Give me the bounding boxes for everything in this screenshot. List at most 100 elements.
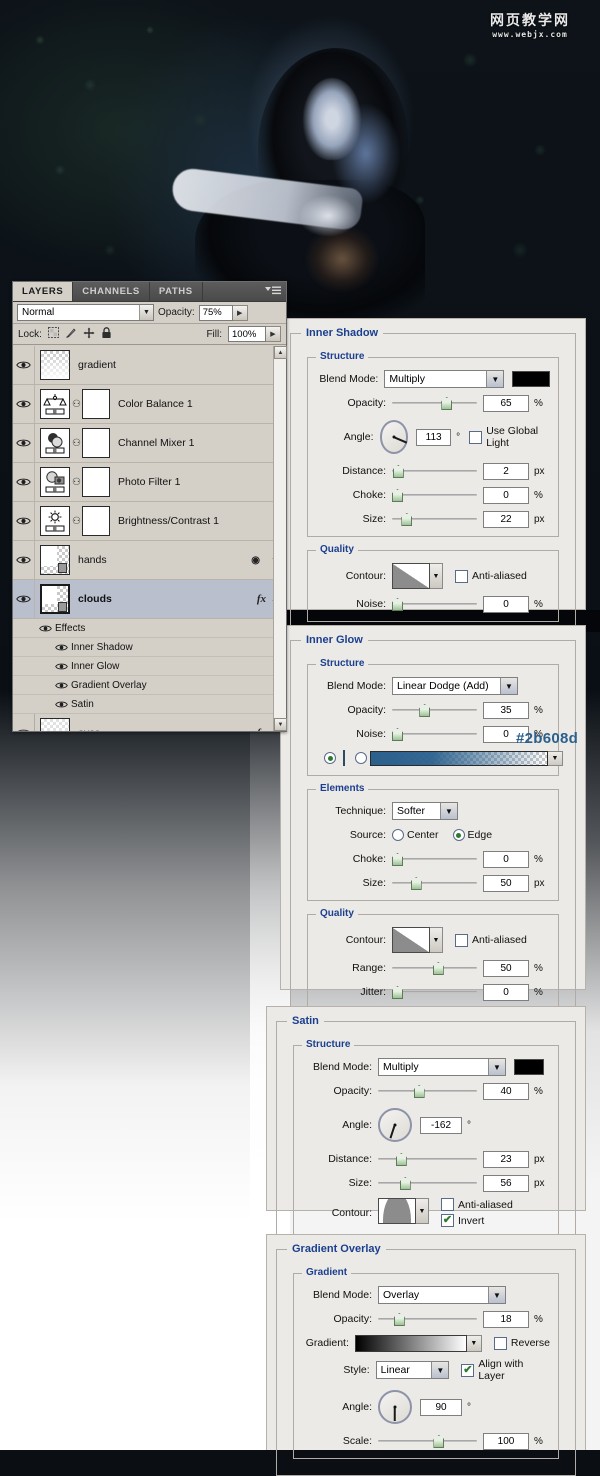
size-slider[interactable]	[378, 1176, 477, 1190]
chevron-down-icon[interactable]: ▼	[431, 1362, 448, 1378]
effect-label[interactable]: Inner Shadow	[71, 642, 133, 653]
gradient-preview[interactable]	[355, 1335, 467, 1352]
use-global-light-checkbox[interactable]	[469, 431, 482, 444]
effect-row-inner-shadow[interactable]: Inner Shadow	[13, 638, 286, 657]
angle-dial[interactable]	[380, 420, 409, 454]
source-center-radio[interactable]	[392, 829, 404, 841]
chevron-down-icon[interactable]: ▼	[486, 371, 503, 387]
color-balance-icon[interactable]	[40, 389, 70, 419]
chevron-down-icon[interactable]: ▼	[139, 305, 153, 320]
layer-visibility-icon[interactable]	[13, 714, 35, 731]
layer-row[interactable]: eyes fx ▼	[13, 714, 286, 731]
distance-slider[interactable]	[392, 464, 477, 478]
effect-row-satin[interactable]: Satin	[13, 695, 286, 714]
chevron-down-icon[interactable]: ▼	[416, 1198, 429, 1224]
align-with-layer-checkbox[interactable]	[461, 1364, 474, 1377]
effect-row-inner-glow[interactable]: Inner Glow	[13, 657, 286, 676]
angle-dial[interactable]	[378, 1108, 412, 1142]
technique-select[interactable]: Softer ▼	[392, 802, 458, 820]
scale-slider[interactable]	[378, 1434, 477, 1448]
fx-indicator-icon[interactable]: fx	[257, 593, 266, 605]
layers-panel[interactable]: LAYERS CHANNELS PATHS Normal ▼ Opacity: …	[12, 281, 287, 732]
anti-aliased-checkbox[interactable]	[455, 570, 468, 583]
contour-preview[interactable]	[392, 927, 430, 953]
contour-picker[interactable]: ▼	[392, 563, 443, 589]
satin-color-swatch[interactable]	[514, 1059, 544, 1075]
size-value[interactable]: 56	[483, 1175, 529, 1192]
angle-value[interactable]: 113	[416, 429, 451, 446]
layer-list[interactable]: gradient ⚇ Color Balan	[13, 346, 286, 731]
chevron-down-icon[interactable]: ▼	[467, 1335, 482, 1352]
noise-value[interactable]: 0	[483, 596, 529, 613]
layer-name[interactable]: Channel Mixer 1	[118, 437, 194, 449]
anti-aliased-checkbox[interactable]	[455, 934, 468, 947]
effect-label[interactable]: Inner Glow	[71, 661, 119, 672]
mask-link-icon[interactable]: ⚇	[72, 516, 80, 527]
effect-visibility-icon[interactable]	[51, 662, 71, 671]
panel-menu-icon[interactable]	[265, 286, 281, 299]
style-select[interactable]: Linear ▼	[376, 1361, 450, 1379]
size-slider[interactable]	[392, 512, 477, 526]
blend-mode-select[interactable]: Overlay ▼	[378, 1286, 506, 1304]
shadow-color-swatch[interactable]	[512, 371, 550, 387]
blend-mode-select[interactable]: Multiply ▼	[384, 370, 504, 388]
layer-thumbnail[interactable]	[40, 584, 70, 614]
blend-mode-select[interactable]: Linear Dodge (Add) ▼	[392, 677, 518, 695]
distance-value[interactable]: 23	[483, 1151, 529, 1168]
layers-scrollbar[interactable]: ▲ ▼	[273, 346, 286, 731]
choke-value[interactable]: 0	[483, 851, 529, 868]
photo-filter-icon[interactable]	[40, 467, 70, 497]
mask-link-icon[interactable]: ⚇	[72, 399, 80, 410]
jitter-value[interactable]: 0	[483, 984, 529, 1001]
size-value[interactable]: 50	[483, 875, 529, 892]
effect-visibility-icon[interactable]	[51, 643, 71, 652]
layer-thumbnail[interactable]	[40, 350, 70, 380]
layer-row[interactable]: gradient	[13, 346, 286, 385]
effects-group-row[interactable]: Effects	[13, 619, 286, 638]
glow-gradient-picker[interactable]: ▼	[370, 751, 563, 766]
contour-preview[interactable]	[378, 1198, 416, 1224]
effects-visibility-icon[interactable]	[35, 624, 55, 633]
size-slider[interactable]	[392, 876, 477, 890]
layer-row[interactable]: ⚇ Photo Filter 1	[13, 463, 286, 502]
jitter-slider[interactable]	[392, 985, 477, 999]
opacity-slider[interactable]	[392, 396, 477, 410]
mask-link-icon[interactable]: ⚇	[72, 438, 80, 449]
scroll-down-icon[interactable]: ▼	[274, 718, 287, 731]
glow-color-radio[interactable]	[324, 752, 336, 764]
gradient-picker[interactable]: ▼	[355, 1335, 482, 1352]
choke-value[interactable]: 0	[483, 487, 529, 504]
layer-visibility-icon[interactable]	[13, 346, 35, 384]
range-value[interactable]: 50	[483, 960, 529, 977]
opacity-slider[interactable]	[378, 1084, 477, 1098]
blend-mode-select[interactable]: Normal ▼	[17, 304, 154, 321]
fill-slider-arrow-icon[interactable]: ▶	[266, 326, 281, 342]
lock-transparent-icon[interactable]	[48, 327, 59, 341]
layer-name[interactable]: Brightness/Contrast 1	[118, 515, 219, 527]
layer-visibility-icon[interactable]	[13, 463, 35, 501]
layer-name[interactable]: Color Balance 1	[118, 398, 193, 410]
opacity-field-group[interactable]: 75% ▶	[199, 305, 248, 321]
layer-row[interactable]: ⚇ Brightness/Contrast 1	[13, 502, 286, 541]
effect-label[interactable]: Gradient Overlay	[71, 680, 147, 691]
channel-mixer-icon[interactable]	[40, 428, 70, 458]
layer-name[interactable]: gradient	[78, 359, 116, 371]
opacity-value[interactable]: 75%	[199, 305, 233, 321]
layer-mask-thumbnail[interactable]	[82, 389, 110, 419]
noise-slider[interactable]	[392, 727, 477, 741]
scale-value[interactable]: 100	[483, 1433, 529, 1450]
tab-layers[interactable]: LAYERS	[13, 282, 73, 301]
contour-preview[interactable]	[392, 563, 430, 589]
layer-name[interactable]: hands	[78, 554, 107, 566]
anti-aliased-checkbox[interactable]	[441, 1198, 454, 1211]
glow-gradient-preview[interactable]	[370, 751, 548, 766]
blend-mode-select[interactable]: Multiply ▼	[378, 1058, 506, 1076]
angle-value[interactable]: 90	[420, 1399, 462, 1416]
distance-value[interactable]: 2	[483, 463, 529, 480]
opacity-value[interactable]: 65	[483, 395, 529, 412]
tab-paths[interactable]: PATHS	[150, 282, 203, 301]
contour-picker[interactable]: ▼	[392, 927, 443, 953]
layer-style-indicator-icon[interactable]: ◉	[251, 555, 260, 566]
effect-visibility-icon[interactable]	[51, 681, 71, 690]
chevron-down-icon[interactable]: ▼	[430, 927, 443, 953]
